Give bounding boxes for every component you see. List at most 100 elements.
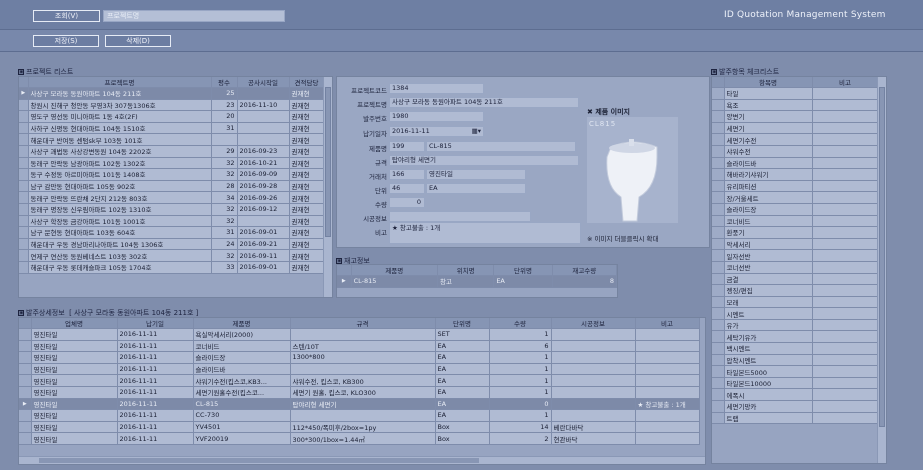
table-cell[interactable]: 권재현 bbox=[289, 145, 325, 158]
table-cell[interactable]: CC-730 bbox=[193, 409, 291, 422]
row-header[interactable] bbox=[712, 400, 725, 413]
table-cell[interactable]: YVF20019 bbox=[193, 432, 291, 445]
table-cell[interactable]: 유가 bbox=[724, 319, 813, 332]
table-row[interactable]: ▶ 영진타일 2016-11-11 CL-815 탑야리형 세면기 EA 0 ★ 창고불출 :… bbox=[19, 398, 700, 411]
table-cell[interactable]: SET bbox=[435, 328, 490, 341]
table-cell[interactable] bbox=[812, 377, 879, 390]
table-cell[interactable]: 영진타일 bbox=[31, 363, 118, 376]
table-cell[interactable]: 샤워수전, 킵스코, KB300 bbox=[290, 374, 436, 387]
table-row[interactable]: 코너선반 bbox=[712, 261, 879, 274]
table-row[interactable]: 세면기 bbox=[712, 122, 879, 135]
table-cell[interactable]: 권재현 bbox=[289, 133, 325, 146]
table-cell[interactable]: 2 bbox=[489, 432, 552, 445]
order-grid-hscrollbar[interactable] bbox=[19, 456, 705, 464]
table-row[interactable]: 환풍기 bbox=[712, 226, 879, 239]
table-row[interactable]: 세면기수전 bbox=[712, 133, 879, 146]
table-cell[interactable]: 2016-09-12 bbox=[237, 203, 290, 216]
table-row[interactable]: 장/거울세트 bbox=[712, 191, 879, 204]
table-cell[interactable] bbox=[237, 110, 290, 123]
table-cell[interactable]: 시멘트 bbox=[724, 307, 813, 320]
table-cell[interactable] bbox=[635, 432, 700, 445]
table-cell[interactable]: EA bbox=[435, 363, 490, 376]
table-cell[interactable]: 백시멘트 bbox=[724, 342, 813, 355]
table-cell[interactable]: 2016-09-11 bbox=[237, 249, 290, 262]
row-header[interactable] bbox=[712, 342, 725, 355]
table-cell[interactable]: 2016-09-09 bbox=[237, 168, 290, 181]
table-cell[interactable] bbox=[812, 273, 879, 286]
table-row[interactable]: 욕조 bbox=[712, 99, 879, 112]
table-cell[interactable] bbox=[812, 203, 879, 216]
table-cell[interactable]: 권재현 bbox=[289, 191, 325, 204]
row-header[interactable] bbox=[19, 110, 29, 123]
table-cell[interactable] bbox=[812, 133, 879, 146]
table-cell[interactable]: 2016-11-10 bbox=[237, 99, 290, 112]
table-cell[interactable] bbox=[551, 409, 636, 422]
row-header[interactable] bbox=[19, 191, 29, 204]
row-header[interactable] bbox=[712, 249, 725, 262]
row-header[interactable] bbox=[19, 340, 32, 353]
table-cell[interactable]: 현관바닥 bbox=[551, 432, 636, 445]
table-cell[interactable]: 양변기 bbox=[724, 110, 813, 123]
table-cell[interactable]: 2016-09-01 bbox=[237, 226, 290, 239]
row-header[interactable]: ▶ bbox=[19, 87, 29, 100]
table-cell[interactable]: 2016-11-11 bbox=[117, 363, 194, 376]
table-cell[interactable] bbox=[812, 110, 879, 123]
table-cell[interactable]: 세면기망카 bbox=[724, 400, 813, 413]
table-cell[interactable]: 사하구 신평동 현대아파트 104동 1510호 bbox=[28, 122, 212, 135]
row-header[interactable] bbox=[19, 328, 32, 341]
table-cell[interactable]: 2016-09-01 bbox=[237, 261, 290, 274]
table-cell[interactable]: 영진타일 bbox=[31, 398, 118, 411]
row-header[interactable] bbox=[19, 215, 29, 228]
table-cell[interactable]: EA bbox=[435, 398, 490, 411]
table-row[interactable]: 영진타일 2016-11-11 슬라이드바 EA 1 bbox=[19, 363, 700, 376]
table-cell[interactable]: 남구 문현동 현대아파트 103동 604호 bbox=[28, 226, 212, 239]
table-cell[interactable]: EA bbox=[435, 386, 490, 399]
table-cell[interactable]: CL-815 bbox=[351, 275, 439, 288]
table-cell[interactable]: EA bbox=[435, 351, 490, 364]
table-cell[interactable]: EA bbox=[435, 409, 490, 422]
table-cell[interactable] bbox=[551, 340, 636, 353]
table-row[interactable]: 영진타일 2016-11-11 CC-730 EA 1 bbox=[19, 409, 700, 422]
table-cell[interactable]: 유리파티션 bbox=[724, 180, 813, 193]
table-cell[interactable]: 타일본드5000 bbox=[724, 365, 813, 378]
table-cell[interactable]: 동래구 명장동 신우림아파트 102동 1310호 bbox=[28, 203, 212, 216]
table-cell[interactable]: 32 bbox=[211, 215, 238, 228]
table-cell[interactable]: 권재현 bbox=[289, 180, 325, 193]
table-cell[interactable]: 세면기원홀수전(킵스코... bbox=[193, 386, 291, 399]
project-list-scrollbar[interactable] bbox=[323, 77, 332, 297]
table-cell[interactable] bbox=[290, 328, 436, 341]
row-header[interactable] bbox=[712, 319, 725, 332]
table-cell[interactable] bbox=[551, 374, 636, 387]
table-cell[interactable]: 세면기수전 bbox=[724, 133, 813, 146]
table-cell[interactable] bbox=[812, 99, 879, 112]
table-cell[interactable] bbox=[812, 261, 879, 274]
table-row[interactable]: 영진타일 2016-11-11 욕실악세서리(2000) SET 1 bbox=[19, 328, 700, 341]
row-header[interactable] bbox=[712, 307, 725, 320]
table-cell[interactable]: 영진타일 bbox=[31, 351, 118, 364]
row-header[interactable] bbox=[712, 203, 725, 216]
supplier-id-field[interactable]: 166 bbox=[389, 169, 425, 180]
table-cell[interactable] bbox=[237, 215, 290, 228]
table-cell[interactable]: 2016-11-11 bbox=[117, 374, 194, 387]
table-row[interactable]: 남구 감만동 현대아파트 105동 902호 28 2016-09-28 권재현 bbox=[19, 180, 325, 193]
table-cell[interactable]: 코너선반 bbox=[724, 261, 813, 274]
table-cell[interactable] bbox=[635, 386, 700, 399]
table-cell[interactable]: 32 bbox=[211, 203, 238, 216]
table-cell[interactable] bbox=[237, 122, 290, 135]
table-cell[interactable] bbox=[812, 388, 879, 402]
table-cell[interactable]: 1 bbox=[489, 374, 552, 387]
table-cell[interactable]: 욕조 bbox=[724, 99, 813, 112]
row-header[interactable] bbox=[19, 168, 29, 181]
table-cell[interactable]: 2016-09-26 bbox=[237, 191, 290, 204]
table-row[interactable]: 금결 bbox=[712, 273, 879, 286]
row-header[interactable]: ▶ bbox=[337, 275, 352, 288]
column-header[interactable]: 단위명 bbox=[435, 318, 490, 329]
row-header[interactable] bbox=[19, 249, 29, 262]
hscroll-thumb[interactable] bbox=[39, 458, 479, 463]
table-row[interactable]: 압착시멘트 bbox=[712, 354, 879, 367]
table-cell[interactable]: 샤워기수전(킵스코,KB3... bbox=[193, 374, 291, 387]
row-header[interactable] bbox=[712, 377, 725, 390]
table-cell[interactable]: 2016-09-21 bbox=[237, 238, 290, 251]
table-row[interactable]: 해운대구 우동 경남마리나아파트 104동 1306호 24 2016-09-21 권… bbox=[19, 238, 325, 251]
supplier-name-field[interactable]: 영진타일 bbox=[426, 169, 526, 180]
